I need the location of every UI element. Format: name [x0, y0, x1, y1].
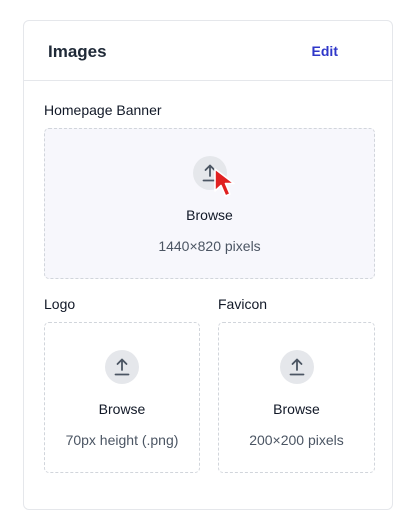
card-header: Images Edit — [24, 21, 392, 81]
homepage-banner-label: Homepage Banner — [44, 102, 162, 118]
browse-label: Browse — [98, 401, 146, 417]
favicon-dropzone[interactable]: Browse 200×200 pixels — [218, 322, 375, 473]
favicon-label: Favicon — [218, 296, 268, 312]
edit-link[interactable]: Edit — [312, 43, 338, 59]
upload-icon[interactable] — [105, 350, 139, 384]
banner-size-hint: 1440×820 pixels — [158, 238, 261, 254]
browse-label: Browse — [186, 207, 233, 223]
browse-label: Browse — [273, 401, 320, 417]
logo-label: Logo — [44, 296, 76, 312]
homepage-banner-dropzone[interactable]: Browse 1440×820 pixels — [44, 128, 375, 279]
upload-icon[interactable] — [279, 350, 314, 384]
logo-dropzone[interactable]: Browse 70px height (.png) — [44, 322, 200, 473]
card-title: Images — [48, 42, 107, 61]
images-card: Images Edit Homepage Banner Browse 1440×… — [23, 20, 393, 510]
logo-size-hint: 70px height (.png) — [65, 432, 179, 448]
mouse-cursor-icon — [212, 166, 242, 207]
favicon-size-hint: 200×200 pixels — [249, 432, 344, 448]
